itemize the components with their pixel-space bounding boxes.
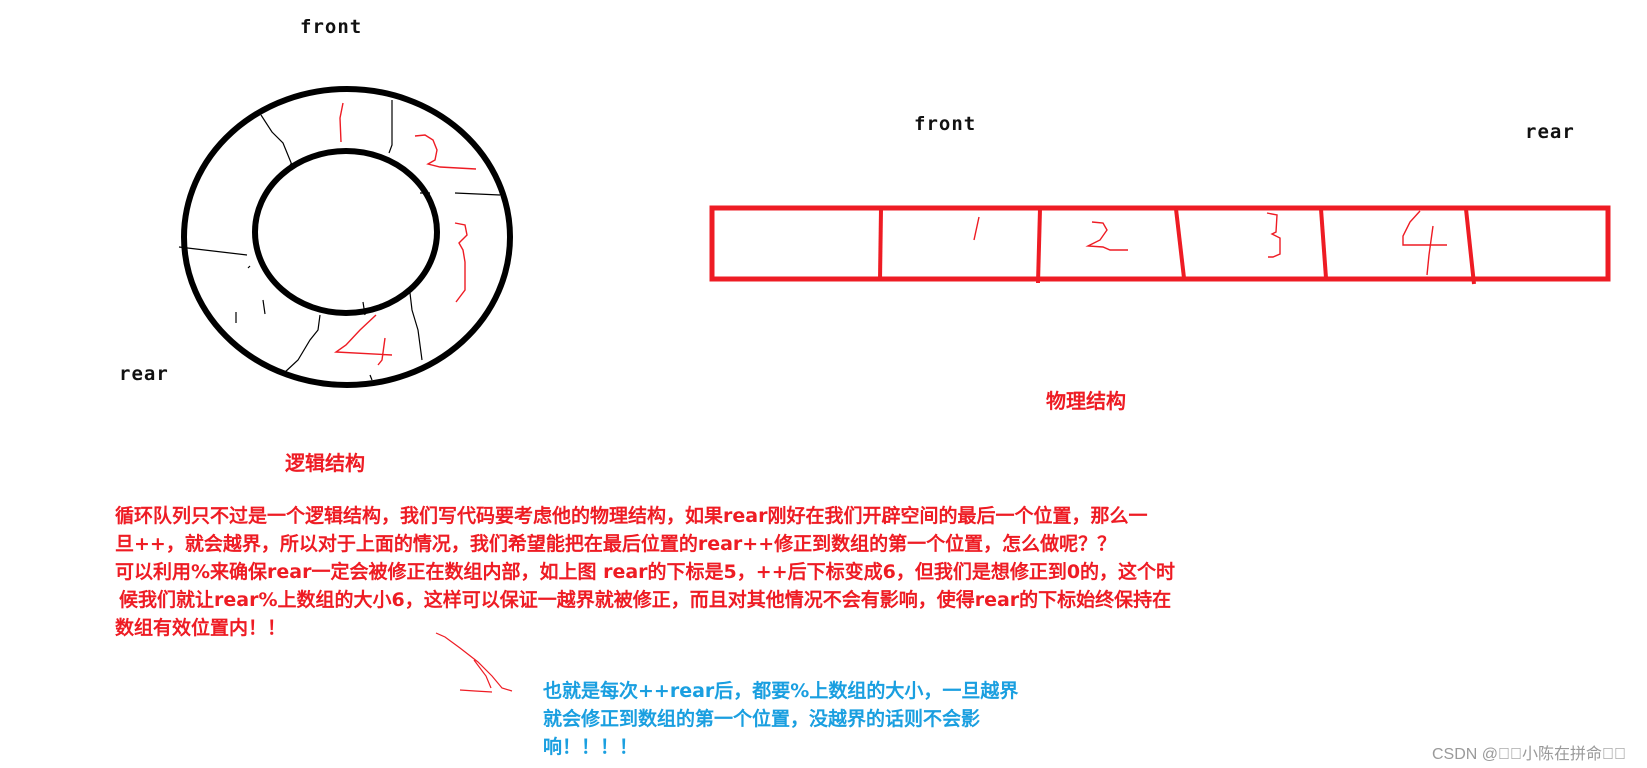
cell-divider: [1319, 208, 1328, 279]
ring-divider: [283, 314, 321, 374]
explanation-line: 循环队列只不过是一个逻辑结构，我们写代码要考虑他的物理结构，如果rear刚好在我…: [115, 505, 1148, 527]
ring-divider: [388, 100, 393, 154]
logical-rear-label: rear: [119, 363, 169, 385]
summary-line: 也就是每次++rear后，都要%上数组的大小，一旦越界: [543, 680, 1019, 702]
explanation-paragraph: 循环队列只不过是一个逻辑结构，我们写代码要考虑他的物理结构，如果rear刚好在我…: [115, 502, 1175, 642]
explanation-line: 数组有效位置内！！: [115, 617, 287, 639]
explanation-line: 候我们就让rear%上数组的大小6，这样可以保证一越界就被修正，而且对其他情况不…: [119, 589, 1172, 611]
cell-divider: [1464, 208, 1476, 285]
cell-digit-3: [1266, 212, 1281, 258]
cell-divider: [878, 208, 883, 281]
summary-paragraph: 也就是每次++rear后，都要%上数组的大小，一旦越界 就会修正到数组的第一个位…: [543, 677, 1018, 761]
ring-divider: [178, 246, 248, 256]
logical-front-label: front: [300, 16, 363, 38]
summary-line: 响！！！！: [543, 736, 639, 758]
ring-divider: [260, 114, 294, 167]
cell-digit-1: [973, 216, 980, 241]
physical-rear-label: rear: [1525, 121, 1575, 143]
ring-divider: [409, 292, 423, 361]
ring-digit-1: [339, 102, 344, 143]
csdn-watermark: CSDN @  小陈在拼命  : [1432, 746, 1627, 763]
cell-digit-2: [1085, 221, 1128, 251]
cell-digit-4: [1402, 210, 1447, 276]
physical-front-label: front: [914, 113, 977, 135]
ring-digit-3: [454, 222, 468, 303]
inner-ring: [252, 148, 440, 316]
physical-caption: 物理结构: [1046, 389, 1126, 413]
diagram-canvas: [178, 86, 1611, 693]
logical-ring: [178, 86, 513, 388]
explanation-line: 可以利用%来确保rear一定会被修正在数组内部，如上图 rear的下标是5，++…: [115, 561, 1176, 583]
cell-divider: [1174, 208, 1186, 279]
ring-digit-4: [333, 314, 393, 366]
summary-line: 就会修正到数组的第一个位置，没越界的话则不会影: [543, 708, 981, 730]
physical-array: [709, 205, 1611, 285]
arrow-head: [459, 659, 493, 693]
explanation-line: 旦++，就会越界，所以对于上面的情况，我们希望能把在最后位置的rear++修正到…: [115, 533, 1117, 555]
logical-caption: 逻辑结构: [285, 451, 365, 475]
outer-ring: [181, 86, 513, 388]
ring-divider: [420, 192, 501, 196]
cell-divider: [1036, 208, 1042, 284]
